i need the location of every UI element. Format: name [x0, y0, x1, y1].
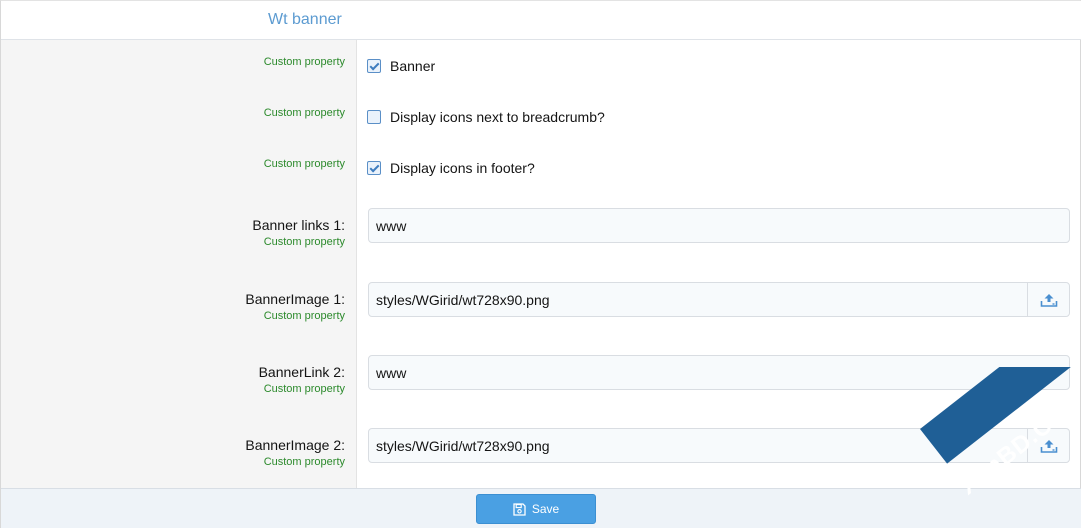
breadcrumb-icons-checkbox[interactable]	[367, 110, 381, 124]
panel-header: Wt banner	[1, 1, 1081, 40]
banner-link-2-value[interactable]: www	[376, 365, 406, 381]
banner-links-1-value[interactable]: www	[376, 218, 406, 234]
save-button-label[interactable]: Save	[532, 502, 559, 516]
banner-image-1-input[interactable]: styles/WGirid/wt728x90.png	[368, 282, 1070, 317]
row-footer-icons-label: Custom property	[264, 158, 345, 170]
banner-image-1-label: BannerImage 1:	[245, 291, 345, 307]
banner-links-1-label: Banner links 1:	[252, 217, 345, 233]
custom-property-hint: Custom property	[263, 310, 345, 322]
row-breadcrumb-icons-label: Custom property	[264, 107, 345, 119]
custom-property-hint: Custom property	[263, 383, 345, 395]
custom-property-hint: Custom property	[263, 236, 345, 248]
row-banner-link-2-label: BannerLink 2: Custom property	[259, 364, 345, 395]
banner-image-1-value[interactable]: styles/WGirid/wt728x90.png	[376, 292, 550, 308]
banner-image-2-label: BannerImage 2:	[245, 437, 345, 453]
custom-property-hint: Custom property	[263, 107, 345, 119]
footer-icons-checkbox[interactable]	[367, 161, 381, 175]
custom-property-hint: Custom property	[263, 456, 345, 468]
banner-checkbox-row[interactable]: Banner	[367, 58, 435, 74]
breadcrumb-icons-checkbox-row[interactable]: Display icons next to breadcrumb?	[367, 109, 605, 125]
banner-link-2-input[interactable]: www	[368, 355, 1070, 390]
banner-checkbox-label[interactable]: Banner	[390, 58, 435, 74]
style-properties-panel: Wt banner Custom property Banner Custom …	[0, 0, 1081, 528]
footer-icons-checkbox-label[interactable]: Display icons in footer?	[390, 160, 535, 176]
custom-property-hint: Custom property	[263, 56, 345, 68]
banner-link-2-label: BannerLink 2:	[258, 364, 345, 380]
footer-icons-checkbox-row[interactable]: Display icons in footer?	[367, 160, 535, 176]
row-banner-image-1-label: BannerImage 1: Custom property	[245, 291, 345, 322]
banner-image-2-input[interactable]: styles/WGirid/wt728x90.png	[368, 428, 1070, 463]
upload-icon	[1040, 439, 1057, 453]
banner-links-1-input[interactable]: www	[368, 208, 1070, 243]
custom-property-hint: Custom property	[263, 158, 345, 170]
row-banner-label: Custom property	[264, 56, 345, 68]
banner-image-1-upload-button[interactable]	[1027, 283, 1069, 316]
row-banner-links-1-label: Banner links 1: Custom property	[252, 217, 345, 248]
banner-image-2-upload-button[interactable]	[1027, 429, 1069, 462]
banner-image-2-value[interactable]: styles/WGirid/wt728x90.png	[376, 438, 550, 454]
save-button[interactable]: Save	[476, 494, 596, 524]
banner-checkbox[interactable]	[367, 59, 381, 73]
upload-icon	[1040, 293, 1057, 307]
form-footer: Save	[1, 488, 1081, 528]
row-banner-image-2-label: BannerImage 2: Custom property	[245, 437, 345, 468]
breadcrumb-icons-checkbox-label[interactable]: Display icons next to breadcrumb?	[390, 109, 605, 125]
save-icon	[513, 502, 526, 516]
panel-title: Wt banner	[268, 11, 342, 28]
